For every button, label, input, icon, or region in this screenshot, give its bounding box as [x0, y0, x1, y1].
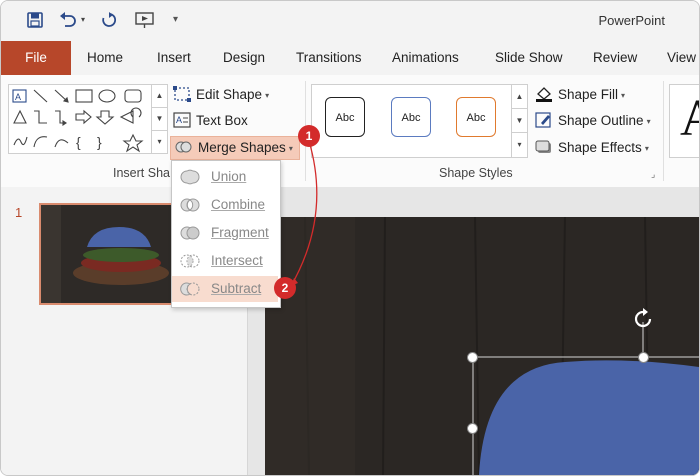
powerpoint-window: ▾ ▾ PowerPoint File Home Insert Design T…	[0, 0, 700, 476]
annotation-arrow	[290, 140, 318, 287]
step-badge-1: 1	[298, 125, 320, 147]
step-badge-2: 2	[274, 277, 296, 299]
